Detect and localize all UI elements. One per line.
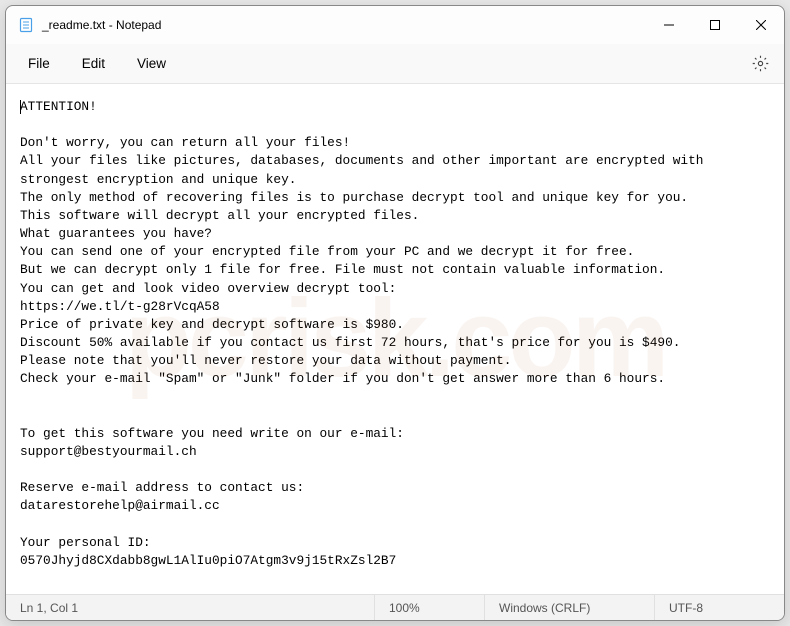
window-title: _readme.txt - Notepad [42, 18, 161, 32]
status-encoding: UTF-8 [654, 595, 784, 620]
close-button[interactable] [738, 6, 784, 44]
settings-button[interactable] [742, 48, 778, 80]
statusbar: Ln 1, Col 1 100% Windows (CRLF) UTF-8 [6, 594, 784, 620]
menu-edit[interactable]: Edit [66, 50, 121, 77]
status-zoom[interactable]: 100% [374, 595, 484, 620]
text-area[interactable]: ATTENTION! Don't worry, you can return a… [6, 84, 784, 594]
minimize-button[interactable] [646, 6, 692, 44]
menubar: File Edit View [6, 44, 784, 84]
maximize-button[interactable] [692, 6, 738, 44]
notepad-window: _readme.txt - Notepad File Edit View ATT… [5, 5, 785, 621]
document-body: ATTENTION! Don't worry, you can return a… [20, 99, 711, 568]
status-cursor-position: Ln 1, Col 1 [6, 595, 374, 620]
title-area: _readme.txt - Notepad [6, 17, 646, 33]
status-line-ending: Windows (CRLF) [484, 595, 654, 620]
menu-file[interactable]: File [12, 50, 66, 77]
notepad-icon [18, 17, 34, 33]
window-controls [646, 6, 784, 44]
titlebar[interactable]: _readme.txt - Notepad [6, 6, 784, 44]
menu-view[interactable]: View [121, 50, 182, 77]
